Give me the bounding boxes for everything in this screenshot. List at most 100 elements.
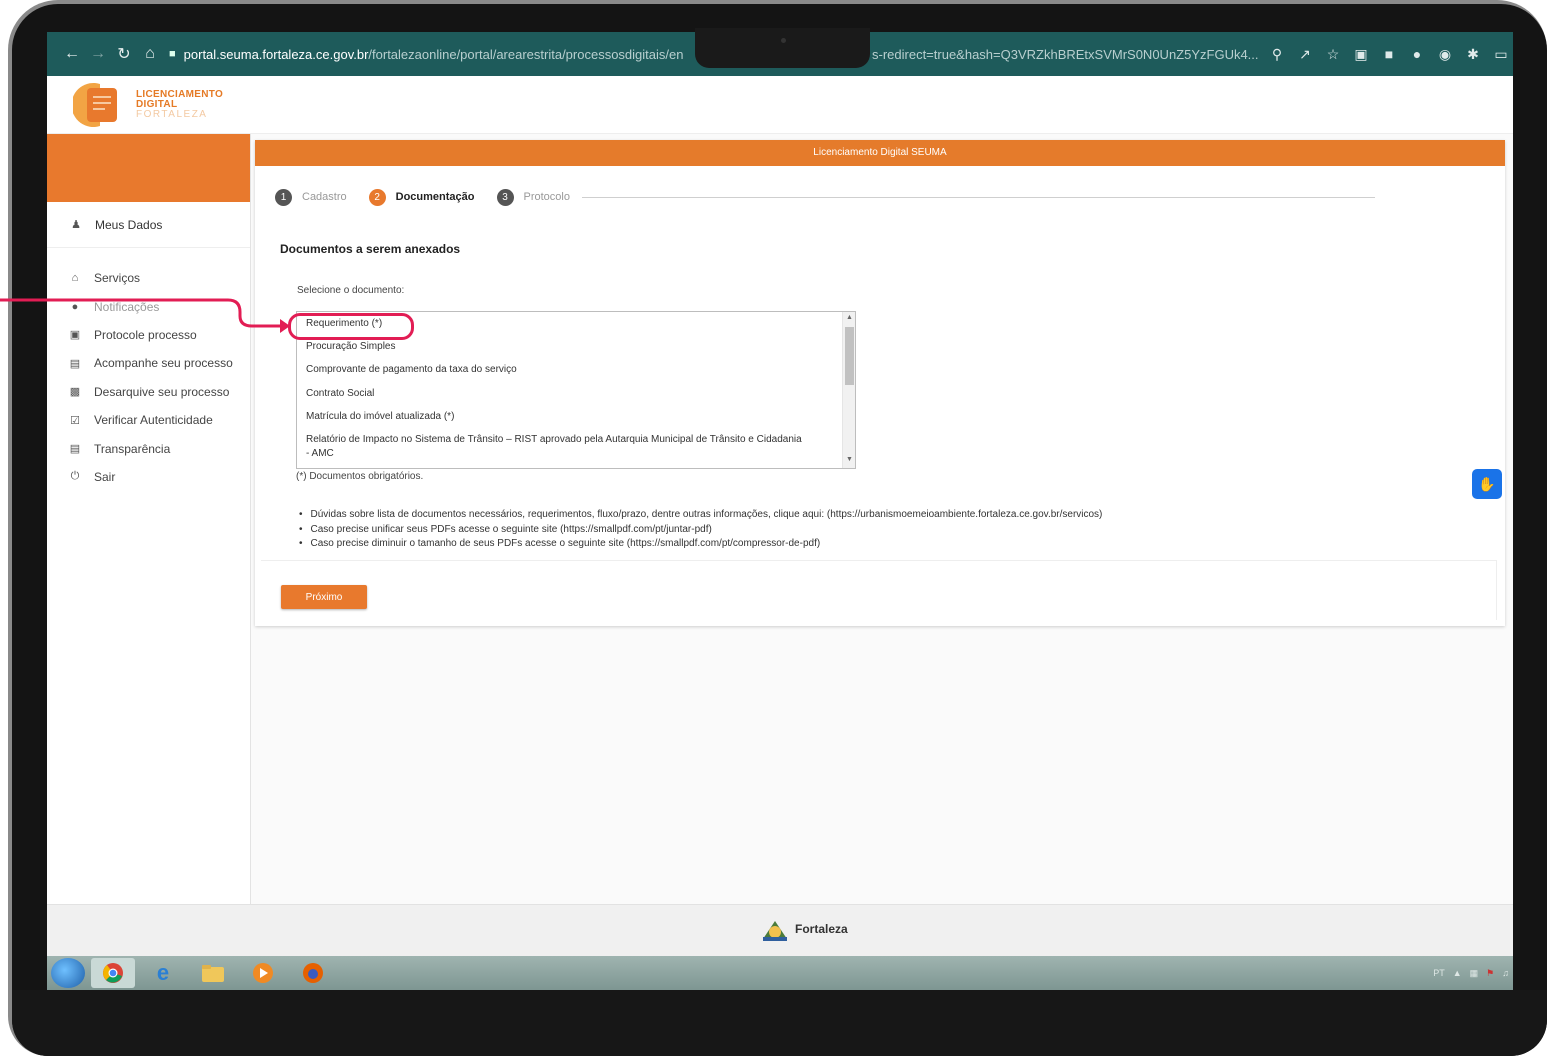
document-option[interactable]: Comprovante de pagamento da taxa do serv…	[306, 363, 806, 377]
logo-line-3: FORTALEZA	[136, 109, 208, 120]
extension-icon[interactable]: ◉	[1437, 46, 1453, 63]
folder-icon[interactable]	[191, 958, 235, 988]
media-player-icon[interactable]	[241, 958, 285, 988]
sidebar-item-servicos[interactable]: ⌂ Serviços	[47, 264, 250, 292]
sidebar-user-label: Meus Dados	[95, 217, 163, 232]
footer-logo: Fortaleza	[761, 915, 848, 943]
bookmark-star-icon[interactable]: ☆	[1325, 46, 1341, 63]
url-tail[interactable]: s-redirect=true&hash=Q3VRZkhBREtxSVMrS0N…	[872, 47, 1259, 62]
lock-icon: ■	[169, 48, 176, 60]
licenciamento-logo-icon	[73, 83, 117, 127]
step-label: Documentação	[395, 191, 475, 203]
sidebar-item-label: Sair	[94, 469, 116, 484]
laptop-bezel	[12, 990, 1547, 1056]
volume-icon[interactable]: ♫	[1502, 968, 1509, 978]
step-number: 1	[275, 188, 292, 206]
tray-arrow-icon[interactable]: ▲	[1453, 968, 1462, 978]
back-arrow-icon[interactable]: ←	[59, 45, 85, 63]
extension-icon[interactable]: ▣	[1353, 46, 1369, 63]
step-protocolo[interactable]: 3 Protocolo	[496, 188, 570, 206]
document-option[interactable]: Matrícula do imóvel atualizada (*)	[306, 410, 806, 424]
forward-arrow-icon[interactable]: →	[85, 45, 111, 63]
info-item: Caso precise diminuir o tamanho de seus …	[299, 537, 1102, 552]
chrome-icon[interactable]	[91, 958, 135, 988]
check-icon: ☑	[70, 414, 80, 427]
home-icon: ⌂	[71, 272, 79, 285]
info-item: Caso precise unificar seus PDFs acesse o…	[299, 523, 1102, 538]
step-documentacao[interactable]: 2 Documentação	[368, 188, 475, 206]
internet-explorer-icon[interactable]: e	[141, 958, 185, 988]
sidebar-item-desarquive[interactable]: ▩ Desarquive seu processo	[47, 378, 250, 406]
browser-extension-icons: ⚲ ↗ ☆ ▣ ■ ● ◉ ✱ ▭	[1269, 32, 1509, 76]
sidebar-item-label: Acompanhe seu processo	[94, 356, 233, 371]
sidebar-item-verificar[interactable]: ☑ Verificar Autenticidade	[47, 406, 250, 434]
step-label: Cadastro	[302, 191, 347, 203]
os-taskbar: e PT ▲ ▦ ⚑ ♫	[47, 956, 1513, 990]
sidebar-item-transparencia[interactable]: ▤ Transparência	[47, 434, 250, 462]
sidepanel-icon[interactable]: ▭	[1493, 46, 1509, 63]
home-icon[interactable]: ⌂	[137, 45, 163, 63]
footer-brand: Fortaleza	[795, 922, 848, 936]
list-icon: ▤	[69, 357, 81, 370]
sidebar-item-label: Desarquive seu processo	[94, 384, 230, 399]
screen: ← → ↻ ⌂ ■ portal.seuma.fortaleza.ce.gov.…	[47, 32, 1513, 990]
sidebar: ♟ Meus Dados ⌂ Serviços ● Notificações ▣…	[47, 134, 251, 904]
scroll-down-icon[interactable]: ▼	[846, 456, 853, 463]
app-header: LICENCIAMENTO DIGITAL FORTALEZA	[47, 76, 1513, 134]
panel-title: Licenciamento Digital SEUMA	[255, 140, 1505, 166]
laptop-notch	[695, 28, 870, 68]
next-button[interactable]: Próximo	[281, 585, 367, 609]
step-cadastro[interactable]: 1 Cadastro	[275, 188, 347, 206]
main-panel: Licenciamento Digital SEUMA 1 Cadastro 2…	[255, 140, 1505, 626]
sidebar-item-label: Verificar Autenticidade	[94, 413, 213, 428]
power-icon: ⏻	[70, 470, 80, 483]
sidebar-user[interactable]: ♟ Meus Dados	[47, 202, 250, 248]
actions-area	[261, 560, 1497, 620]
stepper: 1 Cadastro 2 Documentação 3 Protocolo	[275, 186, 1375, 208]
sidebar-item-acompanhe[interactable]: ▤ Acompanhe seu processo	[47, 349, 250, 377]
camera	[781, 38, 786, 43]
accessibility-icon[interactable]: ✋	[1472, 469, 1502, 499]
sidebar-menu: ⌂ Serviços ● Notificações ▣ Protocole pr…	[47, 248, 250, 491]
select-label: Selecione o documento:	[297, 285, 405, 296]
sidebar-item-label: Transparência	[94, 441, 171, 456]
document-option[interactable]: Contrato Social	[306, 387, 806, 401]
windows-start-icon[interactable]	[51, 958, 85, 988]
url-host: portal.seuma.fortaleza.ce.gov.br	[183, 46, 369, 62]
document-option[interactable]: Procuração Simples	[306, 340, 806, 354]
required-note: (*) Documentos obrigatórios.	[296, 471, 424, 482]
sidebar-banner	[47, 134, 250, 202]
sidebar-item-sair[interactable]: ⏻ Sair	[47, 463, 250, 491]
language-indicator[interactable]: PT	[1433, 968, 1445, 978]
archive-icon: ▩	[69, 386, 81, 399]
sidebar-item-label: Serviços	[94, 271, 141, 286]
extension-icon[interactable]: ●	[1409, 46, 1425, 62]
section-title: Documentos a serem anexados	[280, 242, 461, 256]
firefox-icon[interactable]	[291, 958, 335, 988]
logo-text: LICENCIAMENTO DIGITAL FORTALEZA	[136, 90, 223, 120]
fortaleza-seal-icon	[763, 921, 787, 941]
page-footer: Fortaleza	[47, 904, 1513, 956]
zoom-icon[interactable]: ⚲	[1269, 46, 1285, 63]
info-item: Dúvidas sobre lista de documentos necess…	[299, 508, 1103, 523]
reload-icon[interactable]: ↻	[111, 44, 137, 64]
step-label: Protocolo	[523, 191, 570, 203]
flag-icon[interactable]: ⚑	[1486, 968, 1494, 979]
document-option[interactable]: Relatório de Impacto no Sistema de Trâns…	[306, 433, 806, 461]
step-number: 2	[368, 188, 386, 206]
puzzle-icon[interactable]: ✱	[1465, 46, 1481, 63]
url-path: /fortalezaonline/portal/arearestrita/pro…	[368, 46, 684, 62]
system-tray: PT ▲ ▦ ⚑ ♫	[1433, 956, 1509, 990]
annotation-arrow	[0, 298, 290, 333]
extension-icon[interactable]: ■	[1381, 46, 1397, 62]
network-icon[interactable]: ▦	[1470, 968, 1479, 979]
list-scrollbar[interactable]: ▲ ▼	[842, 312, 855, 468]
document-icon: ▤	[69, 443, 81, 456]
user-icon: ♟	[71, 219, 81, 231]
step-number: 3	[496, 188, 514, 206]
info-list: Dúvidas sobre lista de documentos necess…	[299, 508, 1103, 552]
scroll-up-icon[interactable]: ▲	[846, 314, 853, 321]
annotation-highlight	[288, 313, 414, 340]
scrollbar-thumb[interactable]	[845, 327, 854, 385]
share-icon[interactable]: ↗	[1297, 46, 1313, 63]
